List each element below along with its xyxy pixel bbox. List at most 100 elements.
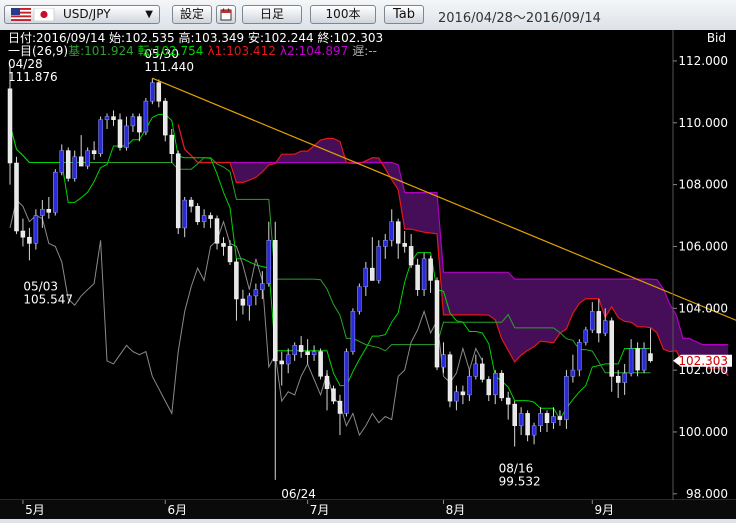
candle — [402, 230, 407, 253]
candle — [65, 147, 71, 182]
candle-up-body — [376, 246, 382, 281]
annotation-date: 04/28 — [8, 57, 43, 71]
bar-count-button[interactable]: 100本 — [310, 5, 376, 24]
candle-up-body — [564, 376, 569, 420]
candle — [460, 385, 466, 405]
candle — [434, 277, 440, 371]
ohlc-info: 日付:2016/09/14 始:102.535 高:103.349 安:102.… — [8, 30, 383, 45]
candle-up-body — [467, 376, 472, 396]
candle-up-body — [201, 215, 207, 222]
candle — [505, 391, 511, 420]
candle-up-body — [518, 413, 524, 427]
candle — [221, 237, 226, 256]
annotation-date: 06/24 — [281, 487, 316, 501]
candle — [635, 342, 640, 377]
info-text: 日付:2016/09/14 始:102.535 高:103.349 安:102.… — [8, 30, 726, 58]
candle — [337, 394, 343, 436]
candle — [298, 336, 304, 358]
candle — [59, 144, 65, 176]
date-range-text: 2016/04/28～2016/09/14 — [438, 11, 601, 26]
candles — [7, 64, 653, 480]
span1-value: λ1:103.412 — [207, 44, 275, 58]
candle-down-body — [221, 243, 226, 247]
candle — [363, 261, 369, 296]
candle-up-body — [311, 351, 317, 355]
candle — [163, 98, 168, 142]
candle-up-body — [40, 209, 45, 216]
x-tick-label: 9月 — [594, 503, 614, 517]
candle — [169, 128, 175, 163]
candle-down-body — [395, 221, 401, 244]
x-tick-label: 6月 — [167, 503, 187, 517]
candle — [628, 339, 634, 377]
candle-up-body — [344, 351, 349, 414]
chart-area[interactable]: 04/28 111.876 05/03 105.547 05/30 111.440 06/2… — [0, 30, 736, 519]
settings-button[interactable]: 設定 — [172, 5, 212, 24]
candle-down-body — [156, 82, 162, 102]
candle — [273, 221, 278, 480]
candle-down-body — [188, 199, 194, 207]
candle-up-body — [383, 240, 388, 247]
candle — [350, 308, 356, 355]
candle — [570, 354, 576, 383]
candle-down-body — [14, 162, 19, 232]
candle-down-body — [428, 258, 433, 281]
symbol-selector[interactable]: USD/JPY ▼ — [4, 5, 160, 24]
candle-up-body — [98, 119, 103, 154]
annotation-value: 105.547 — [23, 292, 73, 306]
candle-up-body — [253, 289, 259, 297]
tab-button[interactable]: Tab — [384, 5, 424, 24]
candle-down-body — [434, 280, 440, 368]
candle-down-body — [544, 413, 550, 423]
y-tick-label: 98.000 — [686, 487, 728, 501]
candle-down-body — [111, 116, 116, 120]
candle-down-body — [65, 150, 71, 179]
candle — [590, 302, 595, 334]
candle — [208, 212, 213, 228]
candle — [175, 150, 181, 235]
candle-down-body — [460, 391, 466, 396]
candle-up-body — [641, 348, 647, 371]
candle-down-body — [596, 311, 602, 334]
candle — [78, 135, 84, 167]
candle-up-body — [421, 258, 427, 290]
candle — [415, 258, 420, 296]
candle — [512, 401, 517, 447]
candle — [214, 215, 220, 250]
annotation-value: 111.876 — [8, 70, 58, 84]
candle-down-body — [402, 243, 407, 247]
chikou-value: 遅:-- — [352, 44, 377, 58]
candle — [544, 410, 550, 432]
candle — [85, 147, 90, 170]
candle-down-body — [648, 353, 653, 362]
candle — [454, 385, 459, 411]
candle — [447, 351, 453, 408]
candle-down-body — [169, 134, 175, 154]
candle-down-body — [137, 116, 142, 133]
y-tick-label: 108.000 — [678, 178, 728, 192]
candle — [344, 348, 349, 417]
y-tick-label: 110.000 — [678, 116, 728, 130]
candle-down-body — [480, 363, 485, 380]
us-jp-flag-icon — [11, 8, 55, 21]
candle — [622, 363, 627, 395]
ichimoku-info: 一目(26,9)基:101.924 転:102.754 λ1:103.412 λ2:1… — [8, 44, 377, 58]
candle — [615, 370, 621, 398]
candle — [117, 113, 123, 151]
calendar-icon — [220, 8, 232, 21]
candle-up-body — [570, 369, 576, 377]
candle-down-body — [20, 230, 26, 238]
candle — [525, 410, 530, 442]
candle-up-body — [72, 156, 77, 179]
candle — [104, 113, 110, 129]
candle-up-body — [85, 150, 90, 167]
candle-down-body — [7, 88, 13, 164]
candle — [201, 209, 207, 228]
calendar-button[interactable] — [216, 5, 236, 24]
candle-up-body — [531, 425, 537, 436]
candle-down-body — [512, 403, 517, 426]
timeframe-button[interactable]: 日足 — [242, 5, 302, 24]
candle — [188, 196, 194, 213]
candle — [195, 203, 200, 225]
candle-up-body — [104, 116, 110, 120]
